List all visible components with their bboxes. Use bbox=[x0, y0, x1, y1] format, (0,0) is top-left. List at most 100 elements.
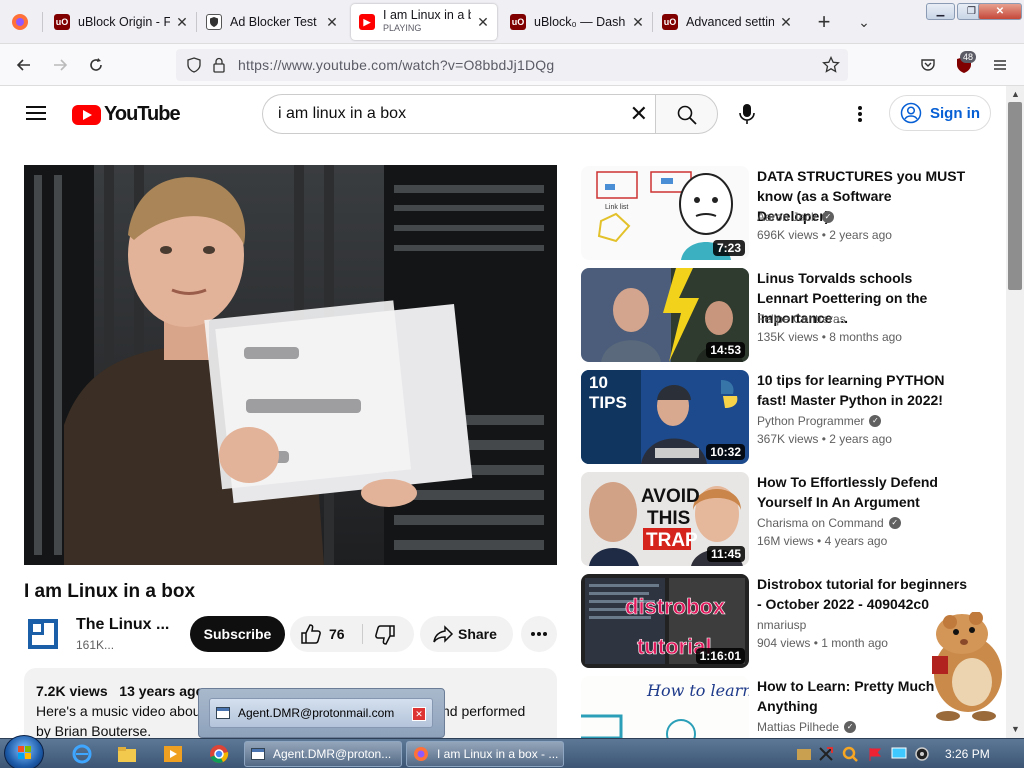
video-thumbnail[interactable]: distrobox tutorial 1:16:01 bbox=[581, 574, 749, 668]
scroll-up-icon[interactable]: ▲ bbox=[1011, 89, 1020, 99]
close-tab-icon[interactable]: ✕ bbox=[174, 14, 190, 30]
close-tab-icon[interactable]: ✕ bbox=[778, 14, 794, 30]
search-query-text[interactable]: i am linux in a box bbox=[278, 105, 406, 123]
firefox-menu-icon[interactable] bbox=[8, 10, 32, 34]
sign-in-button[interactable]: Sign in bbox=[889, 95, 991, 131]
tab-ad-blocker-test[interactable]: Ad Blocker Test ✕ bbox=[206, 4, 340, 40]
tray-flag-icon[interactable] bbox=[863, 743, 887, 765]
recommendation-channel[interactable]: Aaron Jack bbox=[757, 210, 817, 224]
recommendation-channel[interactable]: nmariusp bbox=[757, 618, 806, 632]
pocket-icon[interactable] bbox=[916, 53, 940, 77]
windows-taskbar: Agent.DMR@proton... I am Linux in a box … bbox=[0, 735, 1024, 768]
back-arrow-icon[interactable] bbox=[12, 53, 36, 77]
video-thumbnail[interactable]: Link list 7:23 bbox=[581, 166, 749, 260]
tray-app-icon[interactable] bbox=[792, 743, 816, 765]
browser-window: uO uBlock Origin - Fr ✕ Ad Blocker Test … bbox=[0, 0, 1024, 768]
internet-explorer-icon[interactable] bbox=[70, 743, 94, 765]
url-text[interactable]: https://www.youtube.com/watch?v=O8bbdJj1… bbox=[238, 57, 554, 73]
recommendation-channel[interactable]: Felipe Contreras bbox=[757, 312, 846, 326]
close-window-button[interactable]: ✕ bbox=[978, 3, 1022, 20]
more-actions-button[interactable] bbox=[521, 616, 557, 652]
account-icon bbox=[900, 102, 922, 124]
recommendation-channel[interactable]: Python Programmer bbox=[757, 414, 864, 428]
video-thumbnail[interactable]: How to learn bbox=[581, 676, 749, 738]
video-thumbnail[interactable]: 14:53 bbox=[581, 268, 749, 362]
tracking-shield-icon[interactable] bbox=[186, 57, 202, 78]
thumbnail-text: TRAP bbox=[646, 530, 698, 551]
reload-icon[interactable] bbox=[84, 53, 108, 77]
like-count[interactable]: 76 bbox=[329, 626, 345, 642]
taskbar-thumbnail-popup[interactable]: Agent.DMR@protonmail.com ✕ bbox=[198, 688, 445, 738]
channel-name[interactable]: The Linux ... bbox=[76, 616, 169, 634]
description-text-tail: nd performed bbox=[442, 703, 526, 719]
close-tab-icon[interactable]: ✕ bbox=[324, 14, 340, 30]
start-button[interactable] bbox=[4, 735, 44, 768]
taskbar-task-firefox[interactable]: I am Linux in a box - ... bbox=[406, 741, 564, 767]
tray-tool-icon[interactable] bbox=[814, 743, 838, 765]
media-player-icon[interactable] bbox=[161, 743, 185, 765]
recommendation-title[interactable]: How To Effortlessly Defend Yourself In A… bbox=[757, 472, 967, 512]
recommendation-item[interactable]: AVOID THIS TRAP 11:45 How To Effortlessl… bbox=[581, 472, 991, 566]
recommendation-views: 904 views bbox=[757, 636, 811, 650]
video-thumbnail[interactable]: 10 TIPS 10:32 bbox=[581, 370, 749, 464]
hamster-desktop-pet[interactable] bbox=[918, 611, 1008, 722]
recommendation-channel[interactable]: Mattias Pilhede bbox=[757, 720, 839, 734]
recommendation-item[interactable]: 10 TIPS 10:32 10 tips for learning PYTHO… bbox=[581, 370, 991, 464]
video-title: I am Linux in a box bbox=[24, 581, 196, 602]
recommendation-channel[interactable]: Charisma on Command bbox=[757, 516, 884, 530]
close-tab-icon[interactable]: ✕ bbox=[475, 14, 491, 30]
recommendation-age: 4 years ago bbox=[824, 534, 888, 548]
microphone-icon[interactable] bbox=[732, 99, 762, 129]
hamburger-menu-icon[interactable] bbox=[988, 53, 1012, 77]
youtube-logo[interactable]: YouTube bbox=[72, 103, 181, 126]
recommendation-title[interactable]: Distrobox tutorial for beginners - Octob… bbox=[757, 574, 967, 614]
tab-strip: uO uBlock Origin - Fr ✕ Ad Blocker Test … bbox=[0, 0, 1024, 44]
tray-monitor-icon[interactable] bbox=[887, 743, 911, 765]
recommendation-age: 2 years ago bbox=[829, 228, 892, 242]
more-horizontal-icon bbox=[531, 632, 547, 636]
subscriber-count: 161K... bbox=[76, 638, 115, 652]
youtube-icon: ▶ bbox=[359, 14, 375, 30]
video-player[interactable] bbox=[24, 165, 557, 565]
bookmark-star-icon[interactable] bbox=[822, 55, 840, 79]
search-button[interactable] bbox=[655, 94, 718, 134]
scroll-down-icon[interactable]: ▼ bbox=[1011, 724, 1020, 734]
taskbar-task-email[interactable]: Agent.DMR@proton... bbox=[244, 741, 402, 767]
close-tab-icon[interactable]: ✕ bbox=[630, 14, 646, 30]
tab-ublock-dashboard[interactable]: uO uBlock₀ — Dashbo ✕ bbox=[510, 4, 646, 40]
channel-avatar[interactable] bbox=[24, 615, 62, 653]
tab-youtube-active[interactable]: ▶ I am Linux in a bo PLAYING ✕ bbox=[351, 4, 497, 40]
tab-advanced-settings[interactable]: uO Advanced settings ✕ bbox=[662, 4, 794, 40]
tray-search-icon[interactable] bbox=[838, 743, 862, 765]
recommendation-item[interactable]: Link list 7:23 DATA STRUCTURES you MUST … bbox=[581, 166, 991, 260]
tab-title: uBlock Origin - Fr bbox=[78, 15, 170, 29]
recommendation-title[interactable]: 10 tips for learning PYTHON fast! Master… bbox=[757, 370, 967, 410]
close-popup-icon[interactable]: ✕ bbox=[412, 707, 426, 721]
page-scrollbar[interactable]: ▲ ▼ bbox=[1006, 86, 1024, 738]
video-duration: 11:45 bbox=[706, 546, 745, 562]
thumbs-down-icon[interactable] bbox=[374, 624, 396, 651]
settings-kebab-icon[interactable] bbox=[852, 102, 868, 126]
list-tabs-chevron-icon[interactable]: ⌄ bbox=[852, 10, 876, 34]
youtube-header: YouTube i am linux in a box ✕ Sign in bbox=[0, 86, 1006, 142]
new-tab-icon[interactable]: + bbox=[812, 9, 836, 34]
subscribe-button[interactable]: Subscribe bbox=[190, 616, 285, 652]
clear-search-icon[interactable]: ✕ bbox=[630, 101, 648, 127]
tray-volume-icon[interactable] bbox=[910, 743, 934, 765]
popup-window-preview[interactable]: Agent.DMR@protonmail.com ✕ bbox=[209, 698, 433, 728]
tab-ublock-origin[interactable]: uO uBlock Origin - Fr ✕ bbox=[54, 4, 190, 40]
search-input[interactable]: i am linux in a box ✕ bbox=[262, 94, 656, 134]
share-button[interactable]: Share bbox=[420, 616, 513, 652]
chrome-icon[interactable] bbox=[207, 743, 231, 765]
lock-icon[interactable] bbox=[212, 57, 226, 78]
system-clock[interactable]: 3:26 PM bbox=[945, 747, 990, 761]
file-explorer-icon[interactable] bbox=[115, 743, 139, 765]
recommendation-item[interactable]: 14:53 Linus Torvalds schools Lennart Poe… bbox=[581, 268, 991, 362]
scrollbar-thumb[interactable] bbox=[1008, 102, 1022, 290]
address-bar[interactable]: https://www.youtube.com/watch?v=O8bbdJj1… bbox=[176, 49, 848, 81]
forward-arrow-icon[interactable] bbox=[48, 53, 72, 77]
guide-menu-icon[interactable] bbox=[24, 102, 48, 126]
video-thumbnail[interactable]: AVOID THIS TRAP 11:45 bbox=[581, 472, 749, 566]
minimize-window-button[interactable]: ▁ bbox=[926, 3, 955, 20]
thumbs-up-icon[interactable] bbox=[300, 623, 322, 650]
